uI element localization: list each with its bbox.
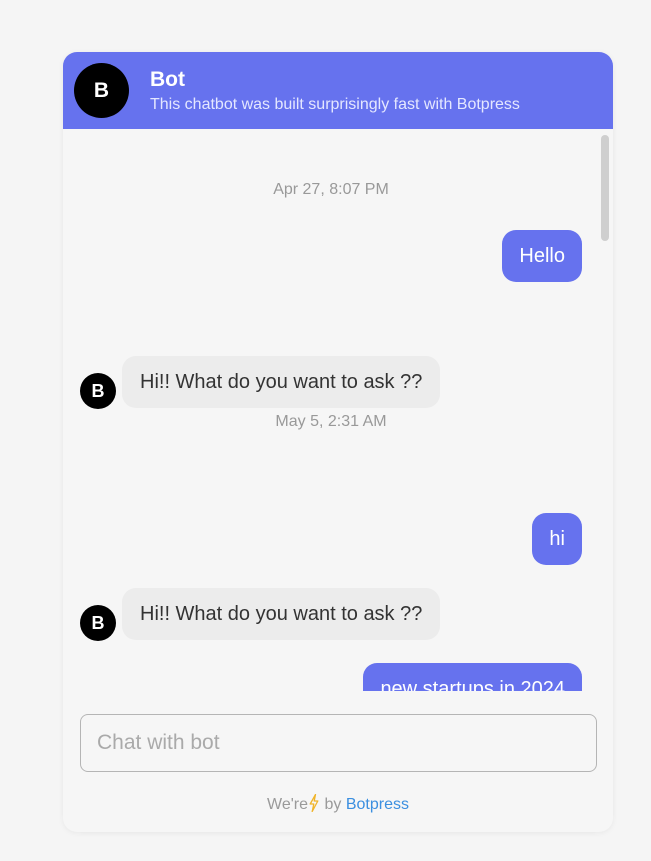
message-list[interactable]: Apr 27, 8:07 PM Hello B Hi!! What do you… [63, 129, 613, 691]
bot-message-avatar: B [80, 605, 116, 641]
bot-message: Hi!! What do you want to ask ?? [122, 588, 441, 640]
bot-description: This chatbot was built surprisingly fast… [150, 96, 520, 113]
footer-prefix: We're [267, 796, 309, 813]
bot-message-avatar: B [80, 373, 116, 409]
botpress-link[interactable]: Botpress [346, 796, 409, 813]
user-message: Hello [502, 230, 582, 282]
footer-middle: by [324, 796, 342, 813]
bolt-icon [309, 793, 319, 817]
bot-message: Hi!! What do you want to ask ?? [122, 356, 441, 408]
message-timestamp: May 5, 2:31 AM [275, 413, 387, 430]
powered-by: We're by Botpress [63, 793, 613, 817]
chat-input[interactable] [80, 714, 597, 772]
chat-widget: B Bot This chatbot was built surprisingl… [63, 52, 613, 832]
scrollbar-thumb[interactable] [601, 135, 609, 241]
bot-avatar: B [74, 63, 129, 118]
chat-header: B Bot This chatbot was built surprisingl… [63, 52, 613, 129]
message-timestamp: Apr 27, 8:07 PM [273, 181, 389, 198]
user-message: new startups in 2024 [363, 663, 582, 691]
bot-name: Bot [150, 68, 185, 91]
user-message: hi [532, 513, 582, 565]
